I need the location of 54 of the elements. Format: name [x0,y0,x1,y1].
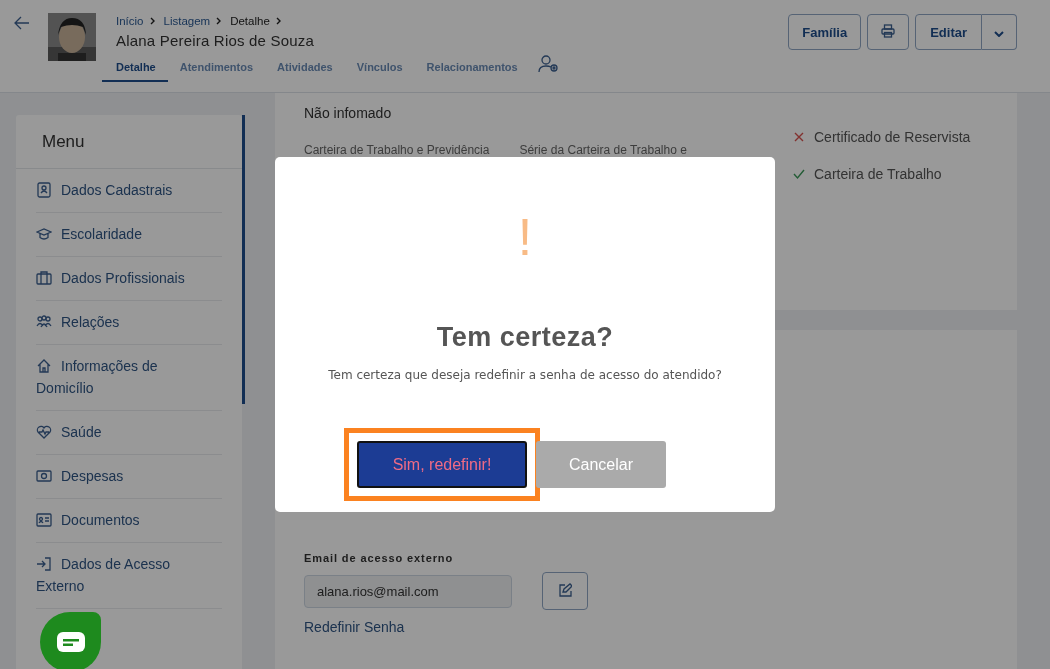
menu-item[interactable]: Informações de Domicílio [36,355,192,399]
briefcase-icon [36,270,52,286]
menu-item[interactable]: Escolaridade [36,223,192,245]
tab[interactable]: Relacionamentos [414,54,530,82]
family-button[interactable]: Família [788,14,862,50]
confirm-button[interactable]: Sim, redefinir! [357,441,527,488]
menu-item[interactable]: Despesas [36,465,192,487]
heart-pulse-icon [36,424,52,440]
menu-item[interactable]: Dados Cadastrais [36,179,192,201]
edit-email-button[interactable] [542,572,588,610]
document-name: Certificado de Reservista [814,128,971,145]
user-gear-icon [537,55,560,73]
breadcrumb-link[interactable]: Listagem [163,15,211,27]
print-button[interactable] [867,14,910,50]
warning-icon: ! [517,207,533,267]
contact-card-icon [36,182,52,198]
menu-item[interactable]: Saúde [36,421,192,443]
menu-item[interactable]: Relações [36,311,192,333]
menu-item[interactable]: Documentos [36,509,192,531]
dialog-title: Tem certeza? [436,322,614,353]
chevron-right-icon [275,17,282,25]
printer-icon [881,23,896,38]
id-card-icon [36,512,52,528]
arrow-left-icon [14,16,30,30]
tab[interactable]: Vínculos [344,54,415,82]
banknote-icon [36,468,52,484]
dialog-message: Tem certeza que deseja redefinir a senha de acesso do atendido? [328,368,722,382]
pencil-square-icon [558,582,572,597]
tab[interactable]: Atendimentos [167,54,266,82]
sign-in-icon [36,556,52,572]
reset-password-link[interactable]: Redefinir Senha [304,619,988,635]
tab[interactable]: Detalhe [102,54,168,82]
breadcrumb-item: Detalhe [230,15,270,27]
email-field[interactable]: alana.rios@mail.com [304,574,512,608]
menu-item[interactable]: Dados Profissionais [36,267,192,289]
person-name: Alana Pereira Rios de Souza [116,32,315,49]
tab[interactable]: Atividades [265,54,345,82]
field-value: Não infomado [304,105,393,121]
breadcrumb-link[interactable]: Início [116,15,144,27]
field-label: Série da Carteira de Trabalho e [519,143,687,157]
menu-item[interactable]: Dados de Acesso Externo [36,553,192,597]
back-button[interactable] [14,16,30,32]
document-name: Carteira de Trabalho [814,165,942,182]
chevron-right-icon [216,17,223,25]
dropdown-button[interactable] [982,14,1017,50]
house-icon [36,358,52,374]
field-label: Email de acesso externo [304,552,455,564]
caret-down-icon [994,30,1004,37]
graduation-cap-icon [36,226,52,242]
field-label: Carteira de Trabalho e Previdência [304,143,490,157]
edit-button[interactable]: Editar [915,14,982,50]
chat-icon [55,631,86,653]
people-icon [36,314,52,330]
chevron-right-icon [149,17,156,25]
